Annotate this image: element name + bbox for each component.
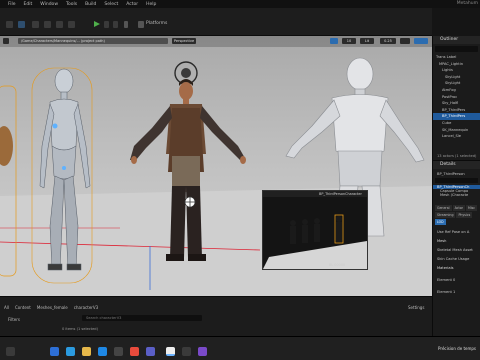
- content-icon[interactable]: [32, 21, 39, 28]
- perspective-button[interactable]: Perspective: [172, 38, 196, 44]
- menu-file[interactable]: File: [8, 2, 16, 7]
- breadcrumb-item[interactable]: Content: [15, 305, 31, 310]
- outliner-item[interactable]: Lights: [433, 67, 480, 74]
- tab-general[interactable]: General: [435, 205, 452, 211]
- left-character-partial: [0, 126, 13, 166]
- head-gizmo-core: [181, 68, 191, 78]
- field-label: Use Ref Pose on A: [437, 230, 470, 234]
- breadcrumb: All Content Meshes_female characterV3: [4, 305, 104, 310]
- outliner-search[interactable]: [435, 46, 478, 52]
- viewport-menu-icon[interactable]: [3, 38, 9, 44]
- preview-scene: [263, 214, 367, 269]
- details-panel: Details BP_ThirdPerson BP_ThirdPersonCh …: [432, 160, 480, 336]
- section-materials[interactable]: Materials: [433, 266, 480, 270]
- menu-select[interactable]: Select: [104, 2, 118, 7]
- chrome-icon[interactable]: [130, 347, 139, 356]
- mail-icon[interactable]: [98, 347, 107, 356]
- tab-lod[interactable]: LOD: [435, 219, 446, 225]
- store-icon[interactable]: [114, 347, 123, 356]
- menu-actor[interactable]: Actor: [126, 2, 138, 7]
- outliner-item[interactable]: Trans Label: [433, 54, 480, 61]
- settings-button[interactable]: Settings: [408, 305, 424, 310]
- camera-speed-button[interactable]: [400, 38, 410, 44]
- section-mesh[interactable]: Mesh: [433, 239, 480, 243]
- level-viewport[interactable]: BP_ThirdPersonCharacter BL 00000: [0, 36, 432, 296]
- tab-streaming[interactable]: Streaming: [435, 212, 456, 218]
- grid-snap-button[interactable]: 10: [342, 38, 356, 44]
- clock-area[interactable]: Précision de temps: [438, 346, 476, 351]
- menu-bar: File Edit Window Tools Build Select Acto…: [0, 0, 480, 8]
- outliner-item[interactable]: BP_ThirdPers: [433, 107, 480, 114]
- details-object-name[interactable]: BP_ThirdPerson: [433, 172, 480, 176]
- search-icon[interactable]: [6, 347, 15, 356]
- play-options-icon[interactable]: [124, 21, 128, 28]
- maximize-viewport-button[interactable]: [414, 38, 428, 44]
- component-item[interactable]: Mesh (Characte: [433, 193, 480, 197]
- menu-tools[interactable]: Tools: [66, 2, 77, 7]
- details-tabs-row3: LOD: [433, 219, 480, 225]
- content-status: 0 items (1 selected): [62, 327, 98, 331]
- play-icon[interactable]: [94, 21, 100, 27]
- explorer-icon[interactable]: [82, 347, 91, 356]
- menu-window[interactable]: Window: [40, 2, 58, 7]
- angle-snap-button[interactable]: 0.25: [380, 38, 396, 44]
- outliner-item[interactable]: Sky_Halfl: [433, 100, 480, 107]
- outliner-title: Outliner: [433, 36, 480, 44]
- breadcrumb-item[interactable]: Meshes_female: [37, 305, 68, 310]
- project-name: Metahum: [456, 1, 478, 6]
- menu-edit[interactable]: Edit: [24, 2, 33, 7]
- outliner-item[interactable]: AtmFog: [433, 87, 480, 94]
- eject-icon[interactable]: [113, 21, 118, 28]
- field-label: Element 1: [437, 290, 456, 294]
- viewport-path-bar: /Game/Characters/Mannequins/... (project…: [18, 38, 168, 44]
- app-icon-2[interactable]: [198, 347, 207, 356]
- tab-physics[interactable]: Physics: [456, 212, 473, 218]
- tab-actor[interactable]: Actor: [452, 205, 465, 211]
- save-icon[interactable]: [6, 21, 13, 28]
- preview-panel[interactable]: BP_ThirdPersonCharacter BL 00000: [262, 190, 368, 270]
- outliner-item[interactable]: SK_Mannequin: [433, 127, 480, 134]
- mode-select-icon[interactable]: [18, 21, 25, 28]
- teams-icon[interactable]: [146, 347, 155, 356]
- outliner-item[interactable]: SkyLight: [433, 74, 480, 81]
- preview-footer: BL 00000: [329, 263, 346, 267]
- breadcrumb-item[interactable]: characterV3: [74, 305, 98, 310]
- outliner-item[interactable]: PostProc: [433, 94, 480, 101]
- main-toolbar: Platforms: [0, 8, 432, 36]
- outliner-item[interactable]: Lancel_Sle: [433, 133, 480, 140]
- details-search[interactable]: [435, 178, 478, 183]
- menu-build[interactable]: Build: [85, 2, 96, 7]
- menu-help[interactable]: Help: [146, 2, 156, 7]
- breadcrumb-item[interactable]: All: [4, 305, 9, 310]
- lit-button[interactable]: Lit: [360, 38, 374, 44]
- cinematics-icon[interactable]: [56, 21, 63, 28]
- field-label: Element 0: [437, 278, 456, 282]
- platforms-button[interactable]: Platforms: [146, 21, 167, 26]
- edge-icon[interactable]: [66, 347, 75, 356]
- outliner-count: 13 actors (1 selected): [437, 154, 477, 158]
- start-icon[interactable]: [50, 347, 59, 356]
- platforms-icon[interactable]: [138, 21, 144, 28]
- tab-misc[interactable]: Misc: [465, 205, 478, 211]
- details-title: Details: [433, 161, 480, 169]
- content-browser: All Content Meshes_female characterV3 Setti…: [0, 296, 432, 336]
- content-search-input[interactable]: Search characterV3: [82, 315, 202, 321]
- field-label: Skin Cache Usage: [437, 257, 470, 261]
- outliner-item[interactable]: MPAC_Lightin: [433, 61, 480, 68]
- details-tabs-row2: Streaming Physics: [433, 212, 480, 218]
- outliner-panel: Outliner Trans Label MPAC_Lightin Lights…: [432, 36, 480, 160]
- blueprint-icon[interactable]: [44, 21, 51, 28]
- build-icon[interactable]: [68, 21, 75, 28]
- field-label: Skeletal Mesh Asset: [437, 248, 473, 252]
- filters-label[interactable]: Filters: [8, 317, 20, 322]
- app-icon[interactable]: [182, 347, 191, 356]
- pause-icon[interactable]: [104, 21, 109, 28]
- select-mode-button[interactable]: [330, 38, 338, 44]
- outliner-item[interactable]: Cube: [433, 120, 480, 127]
- unreal-icon[interactable]: [166, 347, 175, 356]
- details-tabs: General Actor Misc: [433, 205, 480, 211]
- outliner-item-selected[interactable]: BP_ThirdPers: [433, 113, 480, 120]
- outliner-item[interactable]: SkyLight: [433, 80, 480, 87]
